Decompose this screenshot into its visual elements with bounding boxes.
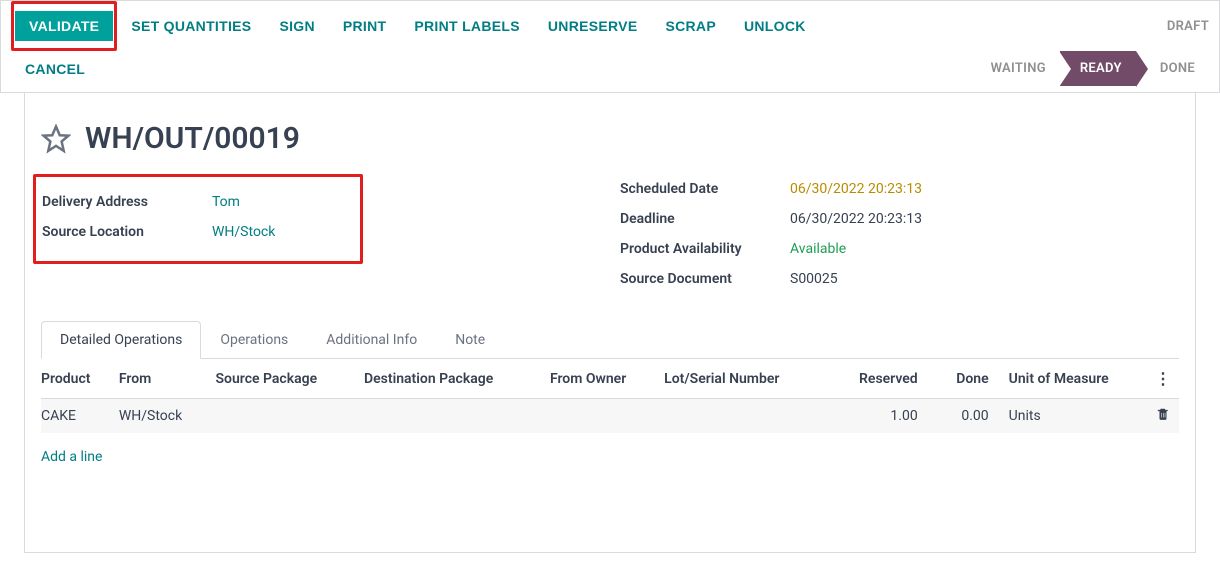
cell-uom[interactable]: Units — [1009, 399, 1155, 434]
validate-button[interactable]: VALIDATE — [15, 11, 113, 41]
column-options-icon[interactable]: ⋮ — [1155, 359, 1179, 399]
add-line-link[interactable]: Add a line — [41, 441, 102, 473]
source-location-label: Source Location — [42, 224, 212, 240]
action-bar: VALIDATE SET QUANTITIES SIGN PRINT PRINT… — [0, 0, 1220, 93]
deadline-label: Deadline — [620, 211, 790, 227]
delivery-address-label: Delivery Address — [42, 194, 212, 210]
set-quantities-button[interactable]: SET QUANTITIES — [117, 10, 265, 42]
col-from[interactable]: From — [119, 359, 216, 399]
col-done[interactable]: Done — [938, 359, 1009, 399]
source-document-value[interactable]: S00025 — [790, 271, 838, 287]
cell-done[interactable]: 0.00 — [938, 399, 1009, 434]
col-from-owner[interactable]: From Owner — [550, 359, 664, 399]
col-source-package[interactable]: Source Package — [216, 359, 365, 399]
cancel-button[interactable]: CANCEL — [11, 53, 99, 85]
unlock-button[interactable]: UNLOCK — [730, 10, 820, 42]
cell-from[interactable]: WH/Stock — [119, 399, 216, 434]
source-location-value[interactable]: WH/Stock — [212, 224, 275, 240]
status-draft: DRAFT — [1167, 19, 1209, 34]
operations-table: Product From Source Package Destination … — [41, 359, 1179, 481]
col-uom[interactable]: Unit of Measure — [1009, 359, 1155, 399]
status-waiting[interactable]: WAITING — [977, 55, 1060, 82]
print-labels-button[interactable]: PRINT LABELS — [400, 10, 534, 42]
tabs: Detailed Operations Operations Additiona… — [41, 320, 1179, 359]
trash-icon[interactable] — [1156, 407, 1170, 421]
col-destination-package[interactable]: Destination Package — [364, 359, 550, 399]
status-bar: WAITING READY DONE — [977, 51, 1209, 86]
scrap-button[interactable]: SCRAP — [651, 10, 730, 42]
product-availability-value: Available — [790, 241, 846, 257]
cell-product[interactable]: CAKE — [41, 399, 119, 434]
col-reserved[interactable]: Reserved — [831, 359, 938, 399]
cell-reserved[interactable]: 1.00 — [831, 399, 938, 434]
cell-from-owner[interactable] — [550, 399, 664, 434]
scheduled-date-label: Scheduled Date — [620, 181, 790, 197]
sign-button[interactable]: SIGN — [265, 10, 328, 42]
validate-highlight: VALIDATE — [11, 1, 117, 51]
form-sheet: WH/OUT/00019 Delivery Address Tom Source… — [24, 93, 1196, 553]
status-ready[interactable]: READY — [1060, 51, 1136, 86]
table-row[interactable]: CAKE WH/Stock 1.00 0.00 Units — [41, 399, 1179, 434]
product-availability-label: Product Availability — [620, 241, 790, 257]
page-title: WH/OUT/00019 — [85, 121, 300, 156]
tab-note[interactable]: Note — [436, 321, 504, 359]
star-icon[interactable] — [41, 124, 71, 154]
action-buttons: VALIDATE SET QUANTITIES SIGN PRINT PRINT… — [11, 1, 820, 51]
cell-lot-serial[interactable] — [664, 399, 831, 434]
col-product[interactable]: Product — [41, 359, 119, 399]
cell-destination-package[interactable] — [364, 399, 550, 434]
col-lot-serial[interactable]: Lot/Serial Number — [664, 359, 831, 399]
tab-operations[interactable]: Operations — [201, 321, 307, 359]
scheduled-date-value[interactable]: 06/30/2022 20:23:13 — [790, 181, 922, 197]
tab-additional-info[interactable]: Additional Info — [307, 321, 436, 359]
delivery-address-value[interactable]: Tom — [212, 194, 240, 210]
cell-source-package[interactable] — [216, 399, 365, 434]
source-document-label: Source Document — [620, 271, 790, 287]
print-button[interactable]: PRINT — [329, 10, 401, 42]
unreserve-button[interactable]: UNRESERVE — [534, 10, 652, 42]
deadline-value: 06/30/2022 20:23:13 — [790, 211, 922, 227]
tab-detailed-operations[interactable]: Detailed Operations — [41, 321, 201, 359]
address-highlight: Delivery Address Tom Source Location WH/… — [33, 174, 363, 264]
